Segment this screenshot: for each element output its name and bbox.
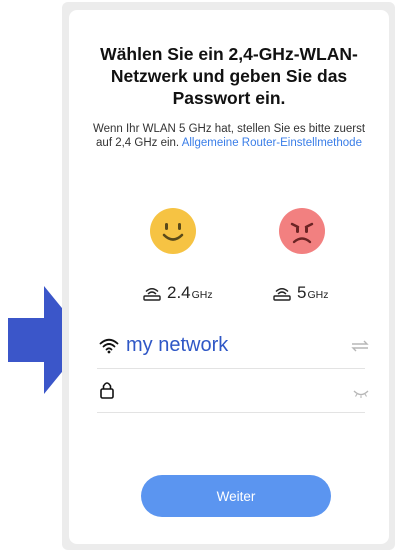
- wifi-ssid-value[interactable]: my network: [126, 334, 228, 357]
- band-hint: Wenn Ihr WLAN 5 GHz hat, stellen Sie es …: [69, 122, 389, 150]
- band-5ghz: 5 GHz: [273, 283, 328, 303]
- hidden-eye-icon[interactable]: [353, 390, 369, 398]
- lock-icon: [100, 382, 114, 399]
- band-value: 5: [297, 283, 307, 302]
- band-value: 2.4: [167, 283, 191, 302]
- router-settings-link[interactable]: Allgemeine Router-Einstellmethode: [182, 137, 362, 149]
- happy-face-icon: [150, 208, 196, 254]
- sad-face-icon: [279, 208, 325, 254]
- router-icon: [143, 287, 161, 301]
- next-button[interactable]: Weiter: [141, 475, 331, 517]
- page-title: Wählen Sie ein 2,4-GHz-WLAN-Netzwerk und…: [100, 44, 358, 108]
- band-2-4ghz: 2.4 GHz: [143, 283, 213, 303]
- router-icon: [273, 287, 291, 301]
- band-unit: GHz: [191, 289, 213, 301]
- switch-network-icon[interactable]: [351, 340, 369, 352]
- phone-frame: Wählen Sie ein 2,4-GHz-WLAN-Netzwerk und…: [62, 2, 395, 550]
- wifi-setup-card: Wählen Sie ein 2,4-GHz-WLAN-Netzwerk und…: [69, 10, 389, 544]
- band-unit: GHz: [307, 289, 329, 301]
- wifi-icon: [99, 338, 119, 354]
- password-field[interactable]: [97, 372, 365, 413]
